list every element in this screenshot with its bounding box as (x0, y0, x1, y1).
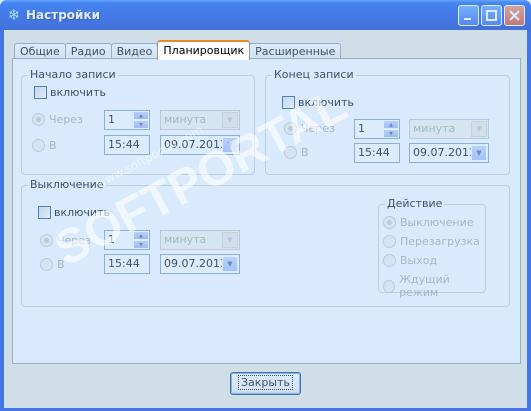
close-icon (509, 10, 520, 21)
start-date-picker[interactable]: 09.07.2013 ▼ (160, 135, 240, 155)
title-bar[interactable]: ❄ Настройки (0, 0, 531, 30)
calendar-dropdown-icon[interactable]: ▼ (471, 145, 487, 161)
spin-up-icon[interactable]: ▲ (133, 231, 149, 240)
end-recording-group: Конец записи включить Через В 1 ▲ ▼ мину… (265, 68, 510, 175)
close-button[interactable]: Закрыть (230, 372, 301, 395)
shutdown-unit-combo[interactable]: минута ▼ (160, 230, 240, 250)
start-at-label: В (49, 139, 57, 152)
start-unit-combo[interactable]: минута ▼ (160, 110, 240, 130)
end-count-spinner[interactable]: 1 ▲ ▼ (354, 119, 400, 139)
start-time-field[interactable]: 15:44 (104, 135, 150, 155)
action-shutdown-label: Выключение (400, 216, 474, 229)
radio-dot (383, 254, 396, 267)
settings-window: ❄ Настройки Общие Радио Видео Планировщи… (0, 0, 531, 411)
shutdown-through-label: Через (57, 234, 91, 247)
window-title: Настройки (26, 8, 101, 22)
window-body: Общие Радио Видео Планировщик Расширенны… (4, 30, 527, 408)
calendar-dropdown-icon[interactable]: ▼ (222, 256, 238, 272)
end-date-picker[interactable]: 09.07.2013 ▼ (409, 143, 489, 163)
radio-dot (40, 234, 53, 247)
start-unit-value: минута (164, 113, 207, 126)
scheduler-panel: Начало записи включить Через В 1 ▲ ▼ мин… (12, 58, 521, 364)
start-through-radio[interactable]: Через (32, 113, 83, 126)
end-unit-combo[interactable]: минута ▼ (409, 119, 489, 139)
spin-down-icon[interactable]: ▼ (383, 129, 399, 138)
maximize-button[interactable] (481, 5, 502, 26)
spin-down-icon[interactable]: ▼ (133, 240, 149, 249)
action-standby-radio[interactable]: Ждущий режим (383, 273, 485, 299)
action-exit-label: Выход (400, 254, 438, 267)
checkbox-box (282, 96, 295, 109)
shutdown-through-radio[interactable]: Через (40, 234, 91, 247)
start-enable-label: включить (50, 86, 106, 99)
radio-dot (32, 113, 45, 126)
snowflake-icon: ❄ (7, 6, 21, 24)
start-at-radio[interactable]: В (32, 139, 57, 152)
calendar-dropdown-icon[interactable]: ▼ (222, 137, 238, 153)
shutdown-enable-checkbox[interactable]: включить (38, 206, 110, 219)
shutdown-enable-label: включить (54, 206, 110, 219)
start-count-value: 1 (108, 113, 115, 126)
spin-up-icon[interactable]: ▲ (133, 111, 149, 120)
action-shutdown-radio[interactable]: Выключение (383, 216, 474, 229)
action-group: Действие Выключение Перезагрузка Выход Ж… (378, 197, 486, 299)
end-enable-checkbox[interactable]: включить (282, 96, 354, 109)
shutdown-date-value: 09.07.2013 (164, 257, 227, 270)
start-enable-checkbox[interactable]: включить (34, 86, 106, 99)
action-reboot-radio[interactable]: Перезагрузка (383, 235, 480, 248)
minimize-icon (464, 18, 471, 20)
end-enable-label: включить (298, 96, 354, 109)
end-recording-label: Конец записи (272, 68, 356, 81)
start-count-spinner[interactable]: 1 ▲ ▼ (104, 110, 150, 130)
spin-down-icon[interactable]: ▼ (133, 120, 149, 129)
radio-dot (383, 279, 396, 293)
start-recording-label: Начало записи (28, 68, 118, 81)
shutdown-at-radio[interactable]: В (40, 258, 65, 271)
shutdown-label: Выключение (28, 178, 106, 191)
spin-up-icon[interactable]: ▲ (383, 120, 399, 129)
start-date-value: 09.07.2013 (164, 138, 227, 151)
tab-scheduler[interactable]: Планировщик (157, 40, 251, 60)
chevron-down-icon[interactable]: ▼ (471, 121, 487, 137)
shutdown-unit-value: минута (164, 233, 207, 246)
action-label: Действие (385, 197, 445, 210)
start-through-label: Через (49, 113, 83, 126)
action-standby-label: Ждущий режим (399, 273, 450, 299)
tab-strip: Общие Радио Видео Планировщик Расширенны… (14, 40, 342, 60)
shutdown-count-spinner[interactable]: 1 ▲ ▼ (104, 230, 150, 250)
checkbox-box (34, 86, 47, 99)
shutdown-count-value: 1 (108, 233, 115, 246)
maximize-icon (486, 10, 497, 21)
end-unit-value: минута (413, 122, 456, 135)
action-exit-radio[interactable]: Выход (383, 254, 437, 267)
radio-dot (383, 235, 396, 248)
end-through-radio[interactable]: Через (284, 122, 335, 135)
start-recording-group: Начало записи включить Через В 1 ▲ ▼ мин… (21, 68, 255, 175)
end-at-radio[interactable]: В (284, 146, 309, 159)
close-window-button[interactable] (504, 5, 525, 26)
shutdown-group: Выключение включить Через В 1 ▲ ▼ минута… (21, 178, 510, 307)
chevron-down-icon[interactable]: ▼ (222, 232, 238, 248)
radio-dot (383, 216, 396, 229)
end-time-field[interactable]: 15:44 (354, 143, 400, 163)
minimize-button[interactable] (458, 5, 479, 26)
checkbox-box (38, 206, 51, 219)
shutdown-time-field[interactable]: 15:44 (104, 254, 150, 274)
action-reboot-label: Перезагрузка (400, 235, 480, 248)
end-date-value: 09.07.2013 (413, 146, 476, 159)
end-count-value: 1 (358, 122, 365, 135)
radio-dot (32, 139, 45, 152)
radio-dot (284, 146, 297, 159)
shutdown-date-picker[interactable]: 09.07.2013 ▼ (160, 254, 240, 274)
radio-dot (40, 258, 53, 271)
shutdown-at-label: В (57, 258, 65, 271)
chevron-down-icon[interactable]: ▼ (222, 112, 238, 128)
end-at-label: В (301, 146, 309, 159)
end-through-label: Через (301, 122, 335, 135)
close-button-label: Закрыть (238, 375, 293, 390)
radio-dot (284, 122, 297, 135)
